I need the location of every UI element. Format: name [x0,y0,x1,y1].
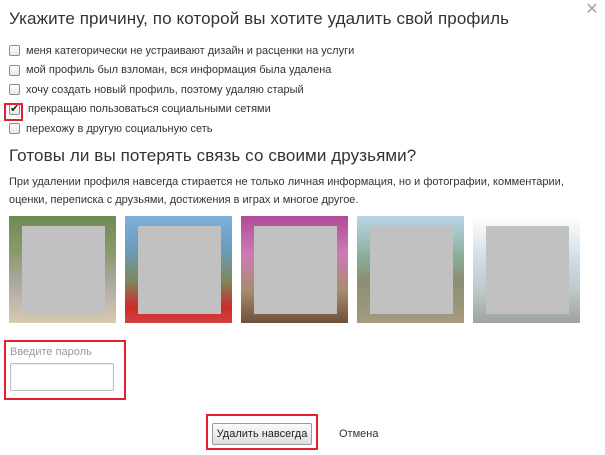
reason-option-hacked[interactable]: мой профиль был взломан, вся информация … [9,61,354,81]
highlight-box-checkbox [4,103,23,121]
password-label: Введите пароль [10,346,92,358]
reason-option-quit-social[interactable]: прекращаю пользоваться социальными сетям… [9,100,354,120]
reason-list: меня категорически не устраивают дизайн … [9,41,354,139]
friends-heading: Готовы ли вы потерять связь со своими др… [9,146,417,165]
friend-photo[interactable] [241,216,348,323]
friend-photo[interactable] [473,216,580,323]
friends-description: При удалении профиля навсегда стирается … [9,176,564,206]
reason-option-design[interactable]: меня категорически не устраивают дизайн … [9,41,354,61]
reason-label: хочу создать новый профиль, поэтому удал… [26,83,304,96]
reason-label: меня категорически не устраивают дизайн … [26,44,355,57]
reason-label: мой профиль был взломан, вся информация … [26,64,332,77]
blurred-face [254,226,337,314]
friend-photo[interactable] [125,216,232,323]
blurred-face [138,226,221,314]
reason-option-other-network[interactable]: перехожу в другую социальную сеть [9,119,354,139]
blurred-face [370,226,453,314]
password-input[interactable] [10,363,114,391]
cancel-link[interactable]: Отмена [339,428,378,440]
checkbox[interactable] [9,45,20,57]
close-icon[interactable]: ✕ [584,2,600,18]
friend-photo[interactable] [357,216,464,323]
reason-option-new-profile[interactable]: хочу создать новый профиль, поэтому удал… [9,80,354,100]
reason-label: прекращаю пользоваться социальными сетям… [28,103,271,116]
blurred-face [486,226,569,314]
friends-photos [9,216,589,323]
checkbox[interactable] [9,64,20,76]
reason-label: перехожу в другую социальную сеть [26,122,213,135]
blurred-face [22,226,105,314]
checkbox[interactable] [9,84,20,96]
checkbox[interactable] [9,123,20,135]
delete-forever-button[interactable]: Удалить навсегда [212,423,312,445]
dialog-title: Укажите причину, по которой вы хотите уд… [9,9,510,28]
friend-photo[interactable] [9,216,116,323]
